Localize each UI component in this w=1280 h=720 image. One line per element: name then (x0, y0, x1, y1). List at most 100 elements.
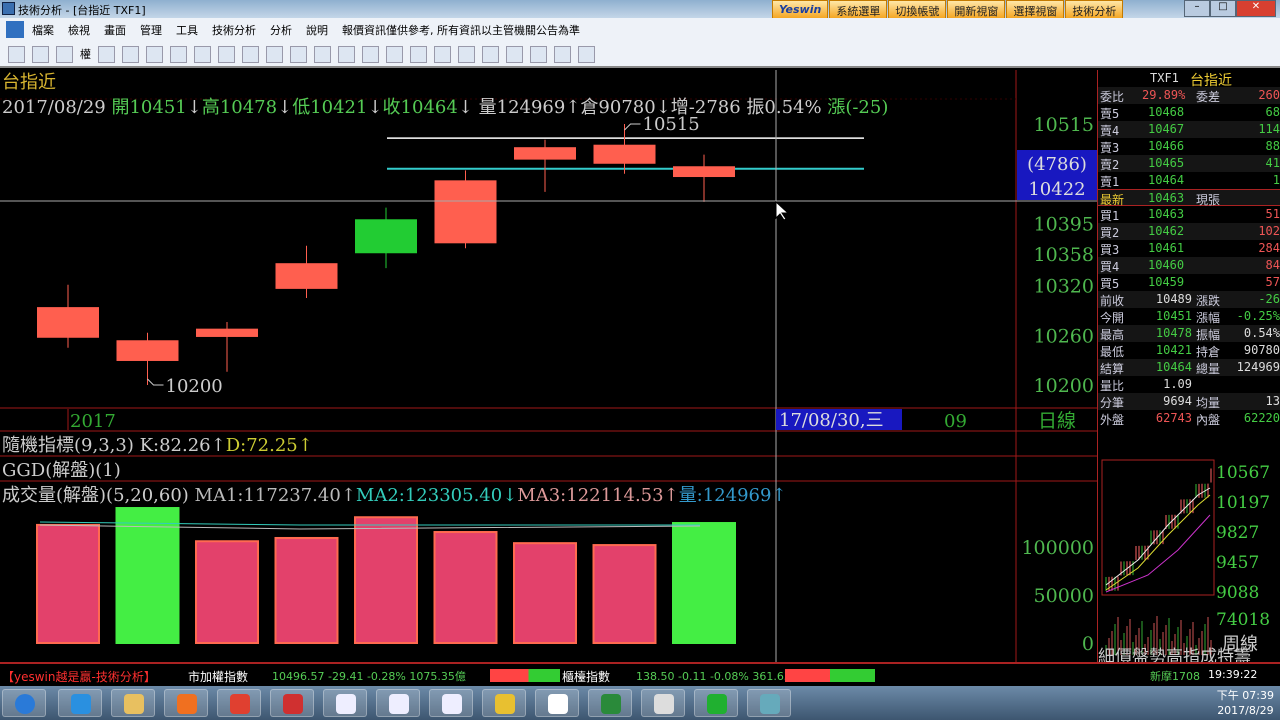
quote-cell: 分筆 (1100, 396, 1125, 410)
layout-icon[interactable] (8, 45, 25, 63)
taskbar-file-explorer-app[interactable] (111, 689, 155, 717)
maximize-button[interactable]: □ (1210, 0, 1236, 17)
volume-bar[interactable] (195, 540, 259, 644)
volume-bar[interactable] (672, 522, 736, 644)
color-k2-icon[interactable] (122, 45, 139, 63)
ggd-indicator-label[interactable]: GGD(解盤)(1) (2, 460, 121, 481)
circle-tool-icon[interactable] (434, 45, 451, 63)
candle-body[interactable] (37, 307, 99, 338)
menu-item[interactable]: 檔案 (32, 22, 54, 38)
menu-item[interactable]: 檢視 (68, 22, 90, 38)
chart-svg[interactable]: 台指近2017/08/29 開10451↓高10478↓低10421↓收1046… (0, 70, 1098, 662)
volume-bar[interactable] (36, 523, 100, 645)
candle-body[interactable] (355, 219, 417, 254)
menu-app-icon[interactable] (6, 21, 24, 38)
kd-indicator-label[interactable]: 隨機指標(9,3,3) K:82.26↑D:72.25↑ (2, 435, 313, 456)
taskbar-chrome-app[interactable] (217, 689, 261, 717)
save-icon[interactable] (578, 45, 595, 63)
taskbar-photo-app[interactable] (747, 689, 791, 717)
taskbar-app-grid-app[interactable] (535, 689, 579, 717)
volume-bar[interactable] (433, 531, 498, 644)
period-label[interactable]: 日線 (1038, 410, 1076, 432)
candle-body[interactable] (593, 144, 656, 164)
quote-cell: 買4 (1100, 260, 1120, 274)
menu-item[interactable]: 分析 (270, 22, 292, 38)
bid-row: 買4 10460 84 (1098, 257, 1280, 274)
chart-window-icon[interactable] (146, 45, 163, 63)
quote-cell: 10465 (1148, 156, 1185, 170)
minimize-button[interactable]: – (1184, 0, 1210, 17)
quote-panel: TXF1 台指近 委比 29.89% 委差 260 賣5 10468 68 賣4 10467 114 賣… (1097, 70, 1280, 667)
yeswin-icon (389, 694, 409, 714)
menu-item[interactable]: 說明 (306, 22, 328, 38)
fan-tool-icon[interactable] (338, 45, 355, 63)
quote-cell: 前收 (1100, 294, 1125, 308)
channel-tool-icon[interactable] (362, 45, 379, 63)
close-button[interactable]: ✕ (1236, 0, 1276, 17)
candle-body[interactable] (673, 166, 735, 178)
candle-body[interactable] (275, 263, 338, 289)
quote-cell: 持倉 (1196, 345, 1221, 359)
candle-body[interactable] (514, 147, 576, 160)
taskbar-internet-explorer-app[interactable] (58, 689, 102, 717)
menu-item[interactable]: 畫面 (104, 22, 126, 38)
move-icon[interactable] (32, 45, 49, 63)
menu-item[interactable]: 工具 (176, 22, 198, 38)
color-k-icon[interactable] (98, 45, 115, 63)
candle-body[interactable] (434, 180, 497, 244)
chart-window2-icon[interactable] (170, 45, 187, 63)
yeswin-button-0[interactable]: Yeswin (772, 0, 829, 19)
taskbar-yeswin-app[interactable] (323, 689, 367, 717)
panel-icon[interactable] (56, 45, 73, 63)
clock[interactable]: 下午 07:39 2017/8/29 (1217, 688, 1274, 718)
quote-cell: 10489 (1155, 292, 1192, 306)
eraser-icon[interactable] (506, 45, 523, 63)
taskbar-window-app-app[interactable] (641, 689, 685, 717)
yeswin-button-1[interactable]: 系統選單 (829, 0, 888, 19)
weekly-mini-chart[interactable]: 105671019798279457908874018周線 (1098, 450, 1280, 655)
paste-icon[interactable] (530, 45, 547, 63)
candle-body[interactable] (196, 328, 258, 337)
draw-mode-icon[interactable] (242, 45, 259, 63)
volume-bar[interactable] (513, 542, 577, 644)
yeswin-button-4[interactable]: 選擇視窗 (1006, 0, 1065, 19)
mini-volume-tick: 74018 (1216, 610, 1270, 630)
chart-area[interactable]: 台指近 2017/08/29 開10451↓高10478↓低10421↓收1046… (0, 70, 1098, 662)
vline-tool-icon[interactable] (314, 45, 331, 63)
taskbar-crown-app[interactable] (482, 689, 526, 717)
taskbar-yeswin-app[interactable] (376, 689, 420, 717)
volume-bar[interactable] (354, 516, 418, 644)
taskbar-yeswin-app[interactable] (429, 689, 473, 717)
quote-cell: 漲跌 (1196, 294, 1221, 308)
menu-item[interactable]: 管理 (140, 22, 162, 38)
rectangle-tool-icon[interactable] (410, 45, 427, 63)
copy-icon[interactable] (482, 45, 499, 63)
info-field: 高10478 (202, 97, 277, 118)
volume-indicator-label[interactable]: 成交量(解盤)(5,20,60) MA1:117237.40↑MA2:12330… (2, 485, 787, 506)
taskbar-app-red-app[interactable] (270, 689, 314, 717)
yeswin-button-5[interactable]: 技術分析 (1065, 0, 1124, 19)
yeswin-button-2[interactable]: 切換帳號 (888, 0, 947, 19)
split-window-icon[interactable] (194, 45, 211, 63)
parallel-tool-icon[interactable] (386, 45, 403, 63)
taskbar-line-app[interactable] (694, 689, 738, 717)
taskbar-media-player-app[interactable] (164, 689, 208, 717)
settings-window-icon[interactable] (218, 45, 235, 63)
quote-cell: 外盤 (1100, 413, 1125, 427)
taskbar-start-button[interactable] (2, 689, 46, 717)
palette-icon[interactable] (554, 45, 571, 63)
volume-bar[interactable] (115, 507, 180, 644)
price-tick: 10320 (1034, 276, 1094, 298)
candle-body[interactable] (116, 340, 179, 361)
stat-row: 最低 10421 持倉 90780 (1098, 342, 1280, 359)
hline-tool-icon[interactable] (290, 45, 307, 63)
volume-bar[interactable] (274, 536, 339, 645)
line-tool-icon[interactable] (266, 45, 283, 63)
text-tool-icon[interactable] (458, 45, 475, 63)
mini-price-tick: 10567 (1216, 463, 1270, 483)
volume-bar[interactable] (592, 544, 657, 644)
menu-item[interactable]: 技術分析 (212, 22, 256, 38)
taskbar-excel-app[interactable] (588, 689, 632, 717)
weight-dropdown[interactable]: 權 (80, 46, 91, 62)
yeswin-button-3[interactable]: 開新視窗 (947, 0, 1006, 19)
